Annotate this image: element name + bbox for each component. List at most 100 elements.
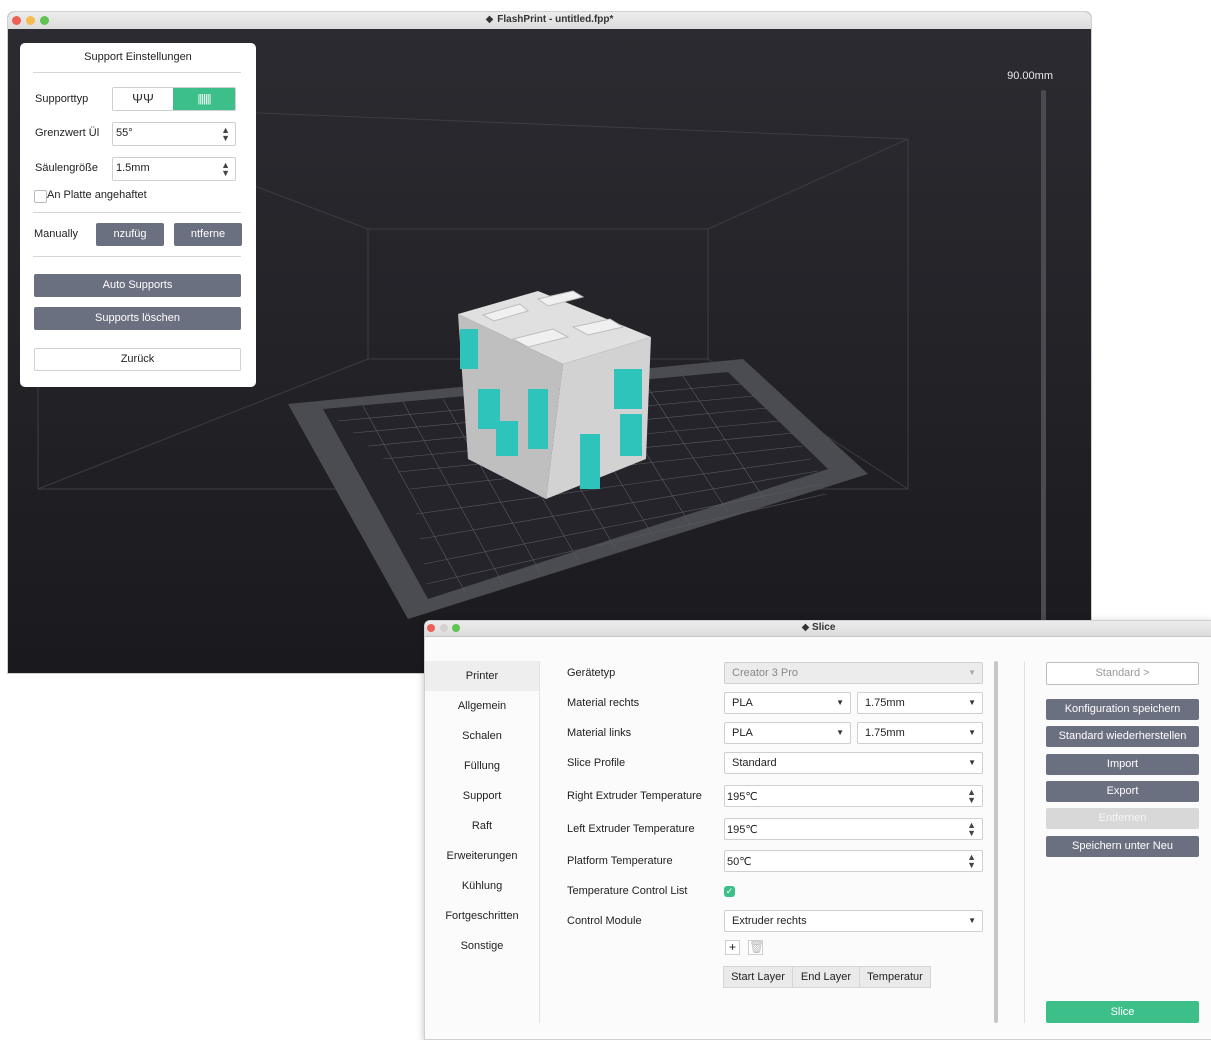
standard-profile-button[interactable]: Standard > bbox=[1046, 662, 1199, 685]
material-right-select[interactable]: PLA ▼ bbox=[724, 692, 851, 714]
col-header-start-layer[interactable]: Start Layer bbox=[723, 966, 793, 988]
col-header-end-layer[interactable]: End Layer bbox=[792, 966, 860, 988]
auto-supports-button[interactable]: Auto Supports bbox=[34, 274, 241, 297]
chevron-down-icon: ▼ bbox=[836, 728, 844, 737]
stepper-icon[interactable]: ▲ ▼ bbox=[967, 853, 976, 870]
material-right-label: Material rechts bbox=[567, 697, 640, 709]
stepper-icon[interactable]: ▲ ▼ bbox=[967, 821, 976, 838]
divider bbox=[539, 661, 540, 1023]
export-button[interactable]: Export bbox=[1046, 781, 1199, 802]
nav-item-printer[interactable]: Printer bbox=[425, 661, 539, 691]
trash-icon: 🗑 bbox=[749, 940, 765, 954]
nav-item-fortgeschritten[interactable]: Fortgeschritten bbox=[425, 901, 539, 931]
clear-supports-button[interactable]: Supports löschen bbox=[34, 307, 241, 330]
attached-to-plate-label: An Platte angehaftet bbox=[47, 189, 147, 201]
manually-label: Manually bbox=[34, 228, 79, 240]
pillar-size-value: 1.5mm bbox=[116, 162, 150, 174]
right-temp-label: Right Extruder Temperature bbox=[567, 790, 702, 802]
divider bbox=[33, 256, 241, 257]
add-row-button[interactable]: + bbox=[725, 940, 740, 955]
flashprint-logo-icon: ◆ bbox=[485, 14, 494, 25]
col-header-temperatur[interactable]: Temperatur bbox=[859, 966, 931, 988]
control-module-select[interactable]: Extruder rechts ▼ bbox=[724, 910, 983, 932]
model-cube[interactable] bbox=[458, 290, 651, 499]
material-left-diameter-select[interactable]: 1.75mm ▼ bbox=[857, 722, 983, 744]
stepper-icon[interactable]: ▲ ▼ bbox=[221, 126, 230, 143]
nav-item-fuellung[interactable]: Füllung bbox=[425, 751, 539, 781]
chevron-down-icon: ▼ bbox=[968, 728, 976, 737]
chevron-down-icon: ▼ bbox=[968, 916, 976, 925]
back-button[interactable]: Zurück bbox=[34, 348, 241, 371]
save-config-button[interactable]: Konfiguration speichern bbox=[1046, 699, 1199, 720]
remove-support-button[interactable]: ntferne bbox=[174, 223, 242, 246]
threshold-label: Grenzwert Ül bbox=[35, 127, 100, 139]
linear-support-button[interactable]: ||||||| bbox=[173, 88, 235, 110]
platform-temp-label: Platform Temperature bbox=[567, 855, 673, 867]
add-support-button[interactable]: nzufüg bbox=[96, 223, 164, 246]
slice-dialog: ◆ Slice Printer Allgemein Schalen Füllun… bbox=[424, 620, 1211, 1040]
nav-item-kuehlung[interactable]: Kühlung bbox=[425, 871, 539, 901]
pillar-size-label: Säulengröße bbox=[35, 162, 98, 174]
window-title-text: FlashPrint - untitled.fpp* bbox=[497, 14, 614, 25]
restore-default-button[interactable]: Standard wiederherstellen bbox=[1046, 726, 1199, 747]
threshold-value: 55° bbox=[116, 127, 133, 139]
slice-title-text: Slice bbox=[812, 622, 836, 633]
form-scrollbar[interactable] bbox=[994, 661, 998, 1023]
device-type-value: Creator 3 Pro bbox=[732, 667, 799, 679]
main-titlebar: ◆ FlashPrint - untitled.fpp* bbox=[8, 12, 1091, 30]
attached-to-plate-checkbox[interactable] bbox=[34, 190, 47, 203]
right-temp-input[interactable]: 195℃ ▲ ▼ bbox=[724, 785, 983, 807]
device-type-label: Gerätetyp bbox=[567, 667, 616, 679]
left-temp-input[interactable]: 195℃ ▲ ▼ bbox=[724, 818, 983, 840]
stepper-icon[interactable]: ▲ ▼ bbox=[967, 788, 976, 805]
nav-item-raft[interactable]: Raft bbox=[425, 811, 539, 841]
tree-support-icon: ΨΨ bbox=[132, 91, 154, 106]
temp-control-list-checkbox[interactable]: ✓ bbox=[724, 886, 735, 897]
material-left-label: Material links bbox=[567, 727, 632, 739]
right-temp-value: 195℃ bbox=[727, 791, 758, 803]
material-right-diameter-value: 1.75mm bbox=[865, 697, 905, 709]
support-type-toggle: ΨΨ ||||||| bbox=[112, 87, 236, 111]
slice-profile-label: Slice Profile bbox=[567, 757, 626, 769]
nav-item-allgemein[interactable]: Allgemein bbox=[425, 691, 539, 721]
chevron-down-icon: ▼ bbox=[836, 698, 844, 707]
nav-item-support[interactable]: Support bbox=[425, 781, 539, 811]
support-settings-panel: Support Einstellungen Supporttyp ΨΨ ||||… bbox=[20, 43, 256, 387]
divider bbox=[33, 72, 241, 73]
slice-button[interactable]: Slice bbox=[1046, 1001, 1199, 1023]
left-temp-value: 195℃ bbox=[727, 824, 758, 836]
height-slider-track[interactable] bbox=[1041, 90, 1046, 635]
import-button[interactable]: Import bbox=[1046, 754, 1199, 775]
platform-temp-value: 50℃ bbox=[727, 856, 752, 868]
platform-temp-input[interactable]: 50℃ ▲ ▼ bbox=[724, 850, 983, 872]
control-module-value: Extruder rechts bbox=[732, 915, 807, 927]
slice-title: ◆ Slice bbox=[425, 622, 1211, 633]
main-window: ◆ FlashPrint - untitled.fpp* 90.00mm Sup… bbox=[8, 12, 1091, 673]
material-right-diameter-select[interactable]: 1.75mm ▼ bbox=[857, 692, 983, 714]
nav-item-sonstige[interactable]: Sonstige bbox=[425, 931, 539, 961]
divider bbox=[1024, 661, 1025, 1023]
plus-icon: + bbox=[728, 940, 736, 954]
pillar-size-input[interactable]: 1.5mm ▲ ▼ bbox=[112, 157, 236, 181]
slice-titlebar: ◆ Slice bbox=[425, 621, 1211, 637]
stepper-icon[interactable]: ▲ ▼ bbox=[221, 161, 230, 178]
material-right-value: PLA bbox=[732, 697, 753, 709]
tree-support-button[interactable]: ΨΨ bbox=[113, 88, 173, 110]
chevron-down-icon: ▼ bbox=[968, 698, 976, 707]
divider bbox=[33, 212, 241, 213]
nav-item-erweiterungen[interactable]: Erweiterungen bbox=[425, 841, 539, 871]
height-label: 90.00mm bbox=[1007, 70, 1053, 82]
threshold-input[interactable]: 55° ▲ ▼ bbox=[112, 122, 236, 146]
slice-profile-value: Standard bbox=[732, 757, 777, 769]
nav-item-schalen[interactable]: Schalen bbox=[425, 721, 539, 751]
material-left-diameter-value: 1.75mm bbox=[865, 727, 905, 739]
save-as-new-button[interactable]: Speichern unter Neu bbox=[1046, 836, 1199, 857]
chevron-down-icon: ▼ bbox=[968, 758, 976, 767]
remove-profile-button[interactable]: Entfernen bbox=[1046, 808, 1199, 829]
material-left-select[interactable]: PLA ▼ bbox=[724, 722, 851, 744]
control-module-label: Control Module bbox=[567, 915, 642, 927]
slice-profile-select[interactable]: Standard ▼ bbox=[724, 752, 983, 774]
delete-row-button[interactable]: 🗑 bbox=[748, 940, 765, 955]
flashprint-logo-icon: ◆ bbox=[801, 622, 813, 633]
support-panel-title: Support Einstellungen bbox=[84, 51, 192, 63]
